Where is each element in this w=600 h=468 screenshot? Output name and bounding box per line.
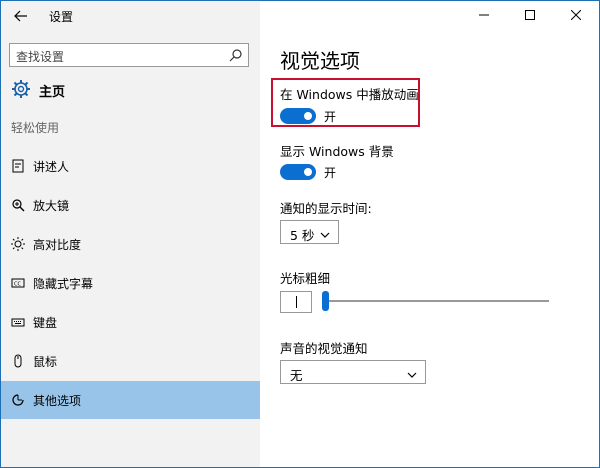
svg-text:CC: CC [14,282,21,288]
audio-visual-label: 声音的视觉通知 [280,341,368,356]
background-toggle[interactable] [280,164,316,180]
cursor-slider-thumb[interactable] [322,291,329,311]
main-content: 视觉选项 在 Windows 中播放动画 开 显示 Windows 背景 开 通… [260,1,599,467]
sidebar-item-label: 键盘 [33,316,58,330]
page-title: 视觉选项 [280,49,360,73]
gear-icon [11,79,31,103]
settings-window: 查找设置 主页 轻松使用 讲述人 放大镜 高对比度 CC 隐藏式字幕 键盘 鼠标… [0,0,600,468]
toggle-knob [304,168,312,176]
brightness-icon [10,236,26,252]
close-button[interactable] [553,1,599,29]
audio-visual-select[interactable]: 无 [280,360,426,384]
sidebar-item-label: 放大镜 [33,199,70,213]
sidebar-item-high-contrast[interactable]: 高对比度 [1,225,260,263]
cursor-slider-track[interactable] [324,300,549,302]
sidebar-item-label: 讲述人 [33,160,70,174]
cursor-bar [296,296,297,308]
back-arrow-icon[interactable] [9,4,33,28]
narrator-icon [10,158,26,174]
sidebar-item-home[interactable]: 主页 [9,77,249,103]
home-label: 主页 [39,85,66,100]
other-options-icon [10,392,26,408]
highlight-annotation [271,78,420,127]
closed-caption-icon: CC [10,275,26,291]
maximize-button[interactable] [507,1,553,29]
select-value: 5 秒 [290,228,315,243]
chevron-down-icon [407,368,417,383]
search-input[interactable]: 查找设置 [9,43,249,67]
background-state: 开 [324,166,337,180]
cursor-preview [280,291,312,313]
sidebar-item-label: 高对比度 [33,238,82,252]
background-label: 显示 Windows 背景 [280,144,394,159]
select-value: 无 [290,368,303,383]
keyboard-icon [10,314,26,330]
cursor-thickness-label: 光标粗细 [280,271,331,286]
sidebar-item-magnifier[interactable]: 放大镜 [1,186,260,224]
minimize-button[interactable] [461,1,507,29]
sidebar-item-label: 鼠标 [33,355,58,369]
search-placeholder: 查找设置 [16,50,65,64]
magnifier-icon [10,197,26,213]
sidebar-item-keyboard[interactable]: 键盘 [1,303,260,341]
search-icon[interactable] [229,48,243,66]
mouse-icon [10,353,26,369]
sidebar-item-other-options[interactable]: 其他选项 [1,381,260,419]
notification-duration-label: 通知的显示时间: [280,201,372,216]
notification-duration-select[interactable]: 5 秒 [280,220,339,244]
sidebar-item-mouse[interactable]: 鼠标 [1,342,260,380]
title-bar: 设置 [1,1,599,31]
sidebar: 查找设置 主页 轻松使用 讲述人 放大镜 高对比度 CC 隐藏式字幕 键盘 鼠标… [1,1,260,467]
sidebar-item-label: 隐藏式字幕 [33,277,94,291]
sidebar-item-label: 其他选项 [33,394,82,408]
window-title: 设置 [49,10,74,24]
sidebar-item-closed-captions[interactable]: CC 隐藏式字幕 [1,264,260,302]
chevron-down-icon [320,228,330,243]
section-label: 轻松使用 [11,121,60,135]
sidebar-item-narrator[interactable]: 讲述人 [1,147,260,185]
